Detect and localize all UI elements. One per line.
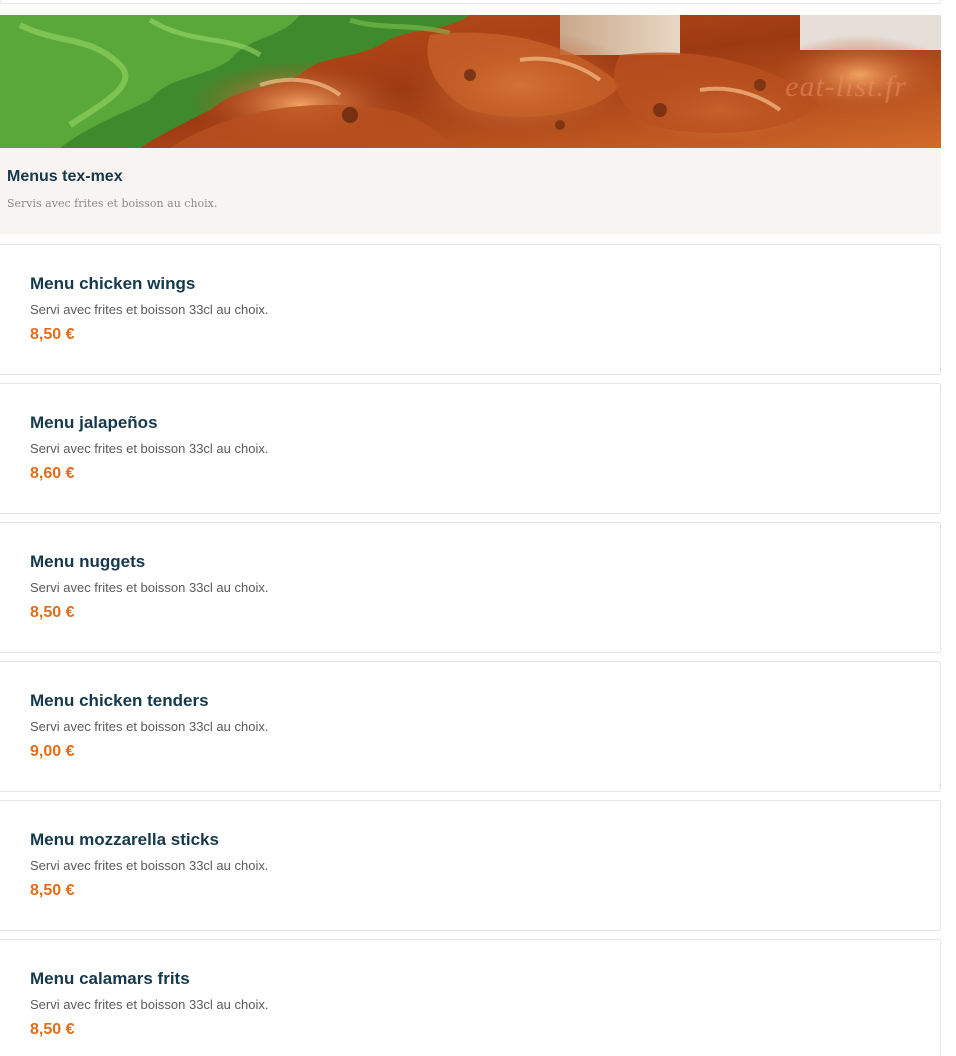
category-banner-image: eat-list.fr [0, 15, 941, 148]
menu-item-card[interactable]: Menu nuggets Servi avec frites et boisso… [0, 522, 941, 653]
item-description: Servi avec frites et boisson 33cl au cho… [30, 719, 269, 734]
category-title: Menus tex-mex [7, 168, 123, 185]
item-price: 8,50 € [30, 882, 75, 899]
category-section: eat-list.fr Menus tex-mex Servis avec fr… [0, 15, 941, 234]
item-price: 9,00 € [30, 743, 75, 760]
item-price: 8,50 € [30, 1021, 75, 1038]
banner-watermark: eat-list.fr [785, 70, 907, 103]
menu-item-card[interactable]: Menu chicken tenders Servi avec frites e… [0, 661, 941, 792]
menu-item-card[interactable]: Menu calamars frits Servi avec frites et… [0, 939, 941, 1056]
menu-item-card[interactable]: Menu chicken wings Servi avec frites et … [0, 244, 941, 375]
item-description: Servi avec frites et boisson 33cl au cho… [30, 302, 269, 317]
item-description: Servi avec frites et boisson 33cl au cho… [30, 441, 269, 456]
menu-item-card[interactable]: Menu mozzarella sticks Servi avec frites… [0, 800, 941, 931]
item-name: Menu chicken wings [30, 274, 196, 293]
category-subtitle: Servis avec frites et boisson au choix. [7, 197, 218, 210]
item-price: 8,60 € [30, 465, 75, 482]
menu-item-list: Menu chicken wings Servi avec frites et … [0, 244, 941, 1056]
previous-item-card[interactable] [0, 0, 941, 4]
menu-item-card[interactable]: Menu jalapeños Servi avec frites et bois… [0, 383, 941, 514]
menu-page: eat-list.fr Menus tex-mex Servis avec fr… [0, 0, 956, 1056]
item-price: 8,50 € [30, 326, 75, 343]
item-price: 8,50 € [30, 604, 75, 621]
item-name: Menu calamars frits [30, 969, 190, 988]
item-description: Servi avec frites et boisson 33cl au cho… [30, 858, 269, 873]
item-name: Menu jalapeños [30, 413, 158, 432]
item-name: Menu chicken tenders [30, 691, 209, 710]
item-description: Servi avec frites et boisson 33cl au cho… [30, 997, 269, 1012]
item-name: Menu mozzarella sticks [30, 830, 219, 849]
item-description: Servi avec frites et boisson 33cl au cho… [30, 580, 269, 595]
item-name: Menu nuggets [30, 552, 146, 571]
